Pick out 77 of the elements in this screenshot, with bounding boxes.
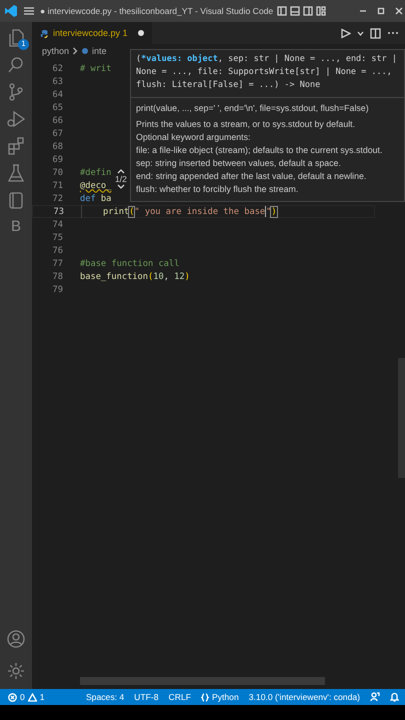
horizontal-scrollbar[interactable] (80, 677, 325, 685)
signature-summary: print(value, ..., sep=' ', end='\n', file=sys.stdout, flush=False) (136, 102, 370, 115)
code-line: # writ (80, 62, 112, 75)
custom-layout-icon[interactable] (316, 6, 326, 16)
line-number: 66 (52, 116, 64, 126)
line-number: 62 (52, 64, 64, 74)
signature-line: (*values: object, sep: str | None = ..., end: str | (136, 53, 398, 66)
split-editor-icon[interactable] (370, 28, 381, 38)
line-number: 76 (52, 246, 64, 256)
line-number: 79 (52, 284, 64, 294)
code-line: #base function call (80, 258, 180, 270)
play-bug-icon[interactable] (6, 109, 26, 129)
error-icon[interactable] (8, 692, 17, 702)
settings-icon[interactable] (6, 661, 26, 681)
signature-line: flush: Literal[False] = ...) -> None (136, 79, 322, 92)
account-icon[interactable] (6, 629, 26, 649)
doc-text: flush: whether to forcibly flush the stream. (136, 183, 300, 196)
restore-icon[interactable] (377, 7, 385, 15)
run-icon[interactable] (340, 28, 351, 38)
chevron-up-icon[interactable] (116, 168, 125, 174)
line-number: 68 (52, 142, 64, 152)
more-actions-icon[interactable] (387, 31, 399, 35)
doc-text: end: string appended after the last value, default a newline. (136, 170, 368, 183)
line-number: 73 (52, 206, 65, 216)
activity-letter[interactable]: B (10, 217, 21, 237)
panel-layout-icon[interactable] (290, 6, 300, 16)
code-line: def ba (80, 192, 112, 205)
doc-text: file: a file-like object (stream); defaults to the current sys.stdout. (136, 144, 384, 157)
close-icon[interactable] (395, 7, 403, 15)
chevron-right-icon (72, 47, 78, 55)
python-file-icon (40, 28, 49, 38)
doc-text: sep: string inserted between values, default a space. (136, 157, 342, 170)
split-layout-icon[interactable] (303, 6, 314, 16)
language-mode[interactable]: Python (200, 692, 239, 702)
doc-text: Prints the values to a stream, or to sys.stdout by default. (136, 118, 356, 131)
menu-icon[interactable] (22, 5, 36, 17)
sidebar-layout-icon[interactable] (277, 6, 288, 16)
line-number: 74 (52, 220, 64, 230)
line-number: 78 (52, 272, 64, 282)
code-line: @deco_ (80, 180, 112, 192)
line-number: 77 (52, 258, 64, 268)
braces-icon (200, 692, 209, 702)
bell-icon[interactable] (390, 692, 399, 702)
signature-line: None = ..., file: SupportsWrite[str] | None = ..., (136, 66, 393, 79)
person-feedback-icon[interactable] (370, 692, 380, 702)
status-item[interactable]: CRLF (168, 692, 191, 702)
line-number: 71 (52, 180, 64, 190)
code-line: base_function(10, 12) (80, 270, 190, 283)
blocks-icon[interactable] (6, 136, 26, 156)
code-line: #defin (80, 166, 112, 179)
code-line: print(" you are inside the base") (103, 205, 277, 218)
overload-counter: 1/2 (115, 174, 127, 184)
python-file-icon (81, 47, 90, 55)
doc-text: Optional keyword arguments: (136, 131, 252, 144)
breadcrumb-item[interactable]: python (42, 46, 70, 56)
line-number: 65 (52, 102, 64, 112)
warning-icon[interactable] (28, 692, 37, 702)
line-number: 70 (52, 168, 64, 178)
status-item[interactable]: 3.10.0 ('interviewenv': conda) (248, 692, 360, 702)
line-number: 72 (52, 194, 64, 204)
text-cursor (265, 206, 266, 217)
vscode-logo-icon (4, 4, 18, 18)
line-number: 64 (52, 90, 64, 100)
warning-count[interactable]: 1 (40, 692, 45, 702)
status-item[interactable]: UTF-8 (134, 692, 159, 702)
chevron-down-icon[interactable] (116, 184, 125, 190)
editor-tab[interactable]: interviewcode.py 1 (32, 22, 152, 44)
status-item[interactable]: Spaces: 4 (86, 692, 124, 702)
chevron-down-icon[interactable] (357, 30, 364, 36)
line-number: 75 (52, 232, 64, 242)
error-count[interactable]: 0 (20, 692, 25, 702)
flask-icon[interactable] (6, 163, 26, 183)
line-number: 63 (52, 76, 64, 86)
line-number: 69 (52, 154, 64, 164)
window-title: ● interviewcode.py - thesiliconboard_YT - Visual Studio Code (40, 6, 274, 16)
breadcrumb-item[interactable]: inte (92, 46, 107, 56)
line-number: 67 (52, 128, 64, 138)
